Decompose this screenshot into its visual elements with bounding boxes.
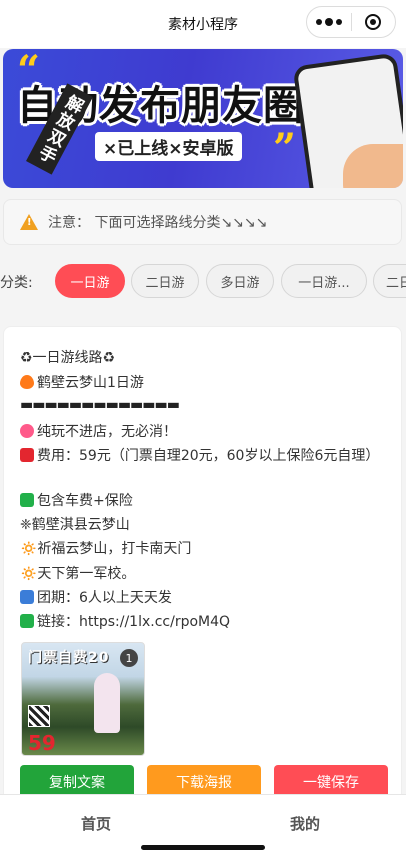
notice-bar: 注意： 下面可选择路线分类↘↘↘↘: [3, 199, 402, 245]
post-line-1-wrap: 鹤壁云梦山1日游: [20, 372, 144, 392]
tab-home[interactable]: 首页: [81, 813, 111, 834]
tab-mine[interactable]: 我的: [290, 813, 320, 834]
post-line-6: ❈鹤壁淇县云梦山: [20, 517, 130, 533]
category-label: 分类:: [0, 275, 33, 291]
heart-icon: [20, 424, 34, 438]
post-line-2: ▬▬▬▬▬▬▬▬▬▬▬▬▬: [20, 397, 180, 413]
check-icon: [20, 493, 34, 507]
post-line-1: 鹤壁云梦山1日游: [37, 375, 144, 391]
person-figure: [94, 673, 120, 733]
category-chip-4[interactable]: 二日: [373, 264, 406, 298]
post-card: ♻一日游线路♻ 鹤壁云梦山1日游 ▬▬▬▬▬▬▬▬▬▬▬▬▬ 纯玩不进店，无必消…: [3, 326, 402, 806]
post-line-3: 纯玩不进店，无必消！: [37, 424, 177, 440]
top-nav-bar: 素材小程序: [0, 0, 406, 48]
quote-close-icon: ”: [273, 125, 297, 172]
notice-text: 注意： 下面可选择路线分类↘↘↘↘: [48, 215, 268, 231]
post-line-10-wrap[interactable]: 链接：https://1lx.cc/rpoM4Q: [20, 611, 230, 631]
qr-code-icon: [28, 705, 50, 727]
category-row: 分类: 一日游 二日游 多日游 一日游... 二日: [0, 262, 406, 302]
promo-banner[interactable]: “ 自动发布朋友圈 ×已上线×安卓版 ” 解放双手: [3, 49, 403, 188]
close-target-icon[interactable]: [352, 14, 396, 30]
warning-icon: [20, 214, 38, 230]
category-chip-3[interactable]: 一日游...: [281, 264, 367, 298]
category-chip-1[interactable]: 二日游: [131, 264, 199, 298]
post-line-5: 包含车费+保险: [37, 493, 133, 509]
post-line-9-wrap: 团期：6人以上天天发: [20, 587, 172, 607]
fire-icon: [20, 375, 34, 389]
image-count-badge: 1: [120, 649, 138, 667]
money-icon: [20, 448, 34, 462]
poster-thumbnail[interactable]: 门票自费20 1 59: [21, 642, 145, 756]
thumb-price: 59: [28, 731, 56, 755]
bus-icon: [20, 590, 34, 604]
post-line-8: 🔅天下第一军校。: [20, 566, 136, 582]
post-line-3-wrap: 纯玩不进店，无必消！: [20, 421, 177, 441]
bottom-tab-bar: 首页 我的: [0, 794, 406, 852]
mini-program-capsule: [306, 6, 396, 38]
post-line-7: 🔅祈福云梦山，打卡南天门: [20, 541, 192, 557]
category-chip-0[interactable]: 一日游: [55, 264, 125, 298]
post-line-5-wrap: 包含车费+保险: [20, 490, 133, 510]
post-line-4-wrap: 费用：59元（门票自理20元，60岁以上保险6元自理）: [20, 445, 379, 465]
check-icon: [20, 614, 34, 628]
post-line-9: 团期：6人以上天天发: [37, 590, 172, 606]
banner-subtitle: ×已上线×安卓版: [95, 132, 242, 161]
post-line-4: 费用：59元（门票自理20元，60岁以上保险6元自理）: [37, 448, 380, 464]
home-indicator: [141, 845, 265, 850]
post-line-0: ♻一日游线路♻: [20, 350, 116, 366]
post-link[interactable]: 链接：https://1lx.cc/rpoM4Q: [37, 614, 230, 630]
more-dots-icon[interactable]: [307, 18, 351, 26]
category-chip-2[interactable]: 多日游: [206, 264, 274, 298]
thumb-title: 门票自费20: [28, 650, 110, 666]
